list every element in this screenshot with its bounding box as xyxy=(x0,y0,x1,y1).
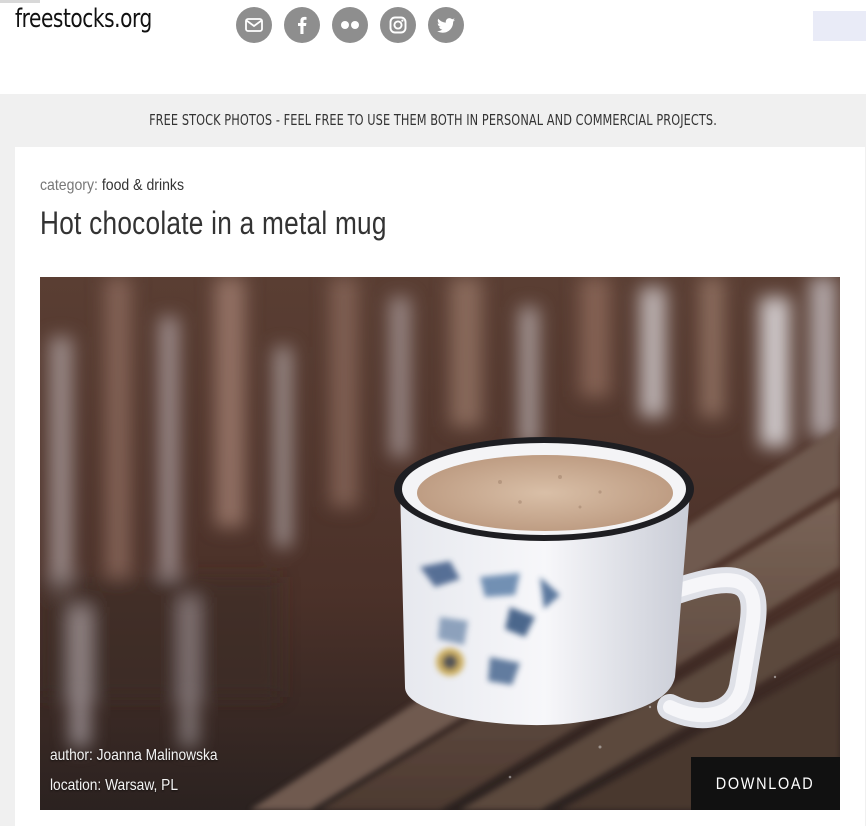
photo-image xyxy=(40,277,840,810)
category-label: category: xyxy=(40,177,98,194)
post-card: category: food & drinks Hot chocolate in… xyxy=(15,147,865,826)
site-header: freestocks.org xyxy=(0,0,866,94)
post-title: Hot chocolate in a metal mug xyxy=(40,205,387,241)
search-box[interactable] xyxy=(813,11,866,41)
tagline-bar: FREE STOCK PHOTOS - FEEL FREE TO USE THE… xyxy=(0,94,866,146)
flickr-icon[interactable] xyxy=(332,7,368,43)
photo[interactable]: author: Joanna Malinowska location: Wars… xyxy=(40,277,840,810)
download-label: DOWNLOAD xyxy=(716,773,815,793)
social-links xyxy=(236,7,464,43)
category-link[interactable]: food & drinks xyxy=(102,177,184,194)
facebook-icon[interactable] xyxy=(284,7,320,43)
photo-location: location: Warsaw, PL xyxy=(50,777,178,794)
site-tagline: FREE STOCK PHOTOS - FEEL FREE TO USE THE… xyxy=(149,111,717,129)
site-logo[interactable]: freestocks.org xyxy=(15,4,152,34)
download-button[interactable]: DOWNLOAD xyxy=(691,757,840,810)
corner-mark xyxy=(0,0,40,3)
photo-author: author: Joanna Malinowska xyxy=(50,747,218,764)
email-icon[interactable] xyxy=(236,7,272,43)
post-category: category: food & drinks xyxy=(40,177,184,195)
instagram-icon[interactable] xyxy=(380,7,416,43)
twitter-icon[interactable] xyxy=(428,7,464,43)
